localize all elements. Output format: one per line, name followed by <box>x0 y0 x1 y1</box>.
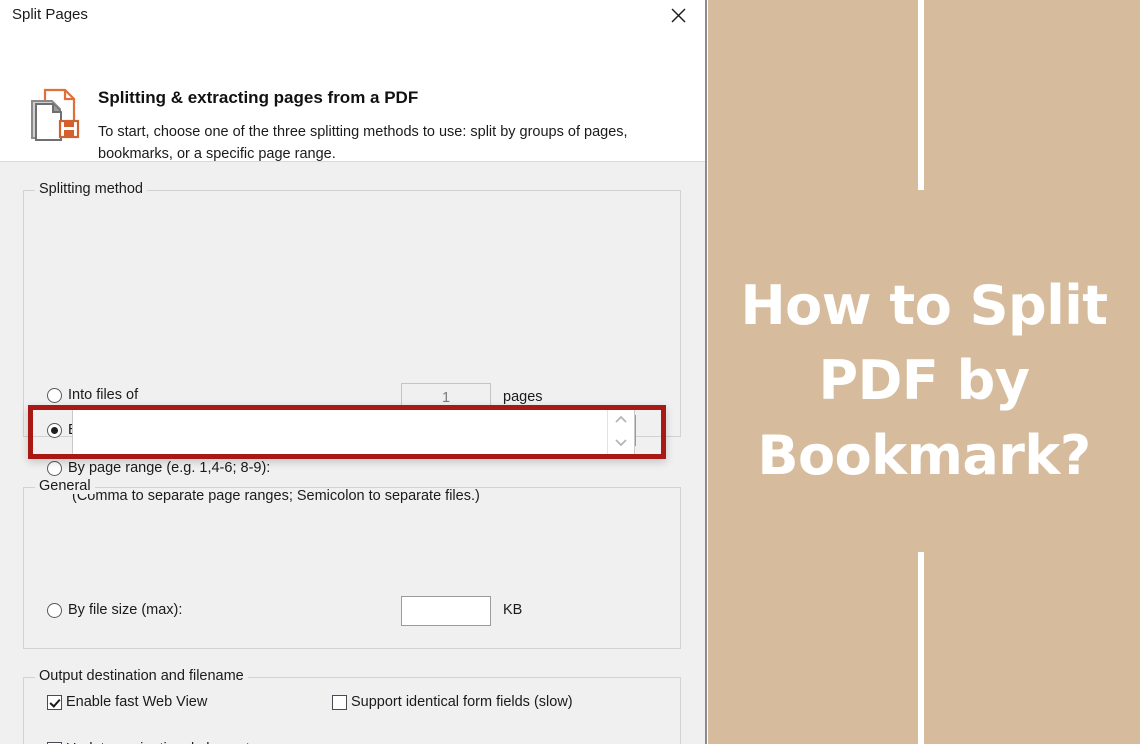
close-icon[interactable] <box>655 0 701 30</box>
radio-indicator-by-page-range[interactable] <box>47 460 62 476</box>
general-group: General <box>23 478 681 649</box>
promo-panel: How to Split PDF by Bookmark? <box>708 0 1140 744</box>
input-page-range[interactable] <box>72 407 635 455</box>
promo-divider-bottom <box>918 552 924 744</box>
promo-divider-top <box>918 0 924 190</box>
into-files-count-value: 1 <box>441 390 451 406</box>
dialog-body: Splitting method Into files of 1 pages B… <box>0 162 705 744</box>
general-legend: General <box>35 478 95 494</box>
dialog-banner: Splitting & extracting pages from a PDF … <box>0 31 705 162</box>
chevron-up-icon[interactable] <box>614 415 628 424</box>
splitting-method-legend: Splitting method <box>35 181 147 197</box>
page-range-spinner[interactable] <box>607 408 634 454</box>
screenshot-root: How to Split PDF by Bookmark? Split Page… <box>0 0 1140 744</box>
banner-heading: Splitting & extracting pages from a PDF <box>98 88 419 107</box>
radio-into-files-of[interactable]: Into files of <box>47 387 138 403</box>
radio-label-by-page-range: By page range (e.g. 1,4-6; 8-9): <box>68 460 271 476</box>
output-destination-group: Output destination and filename <box>23 668 681 744</box>
split-pages-dialog: Split Pages Splitting & extracting pages… <box>0 0 707 744</box>
banner-description: To start, choose one of the three splitt… <box>98 124 628 162</box>
radio-indicator-by-bookmarks[interactable] <box>47 422 62 438</box>
dialog-title: Split Pages <box>12 6 88 23</box>
pdf-split-document-icon <box>24 85 86 147</box>
radio-by-page-range[interactable]: By page range (e.g. 1,4-6; 8-9): <box>47 460 270 476</box>
radio-label-into-files: Into files of <box>68 387 139 403</box>
output-legend: Output destination and filename <box>35 668 248 684</box>
chevron-down-icon[interactable] <box>614 438 628 447</box>
dialog-titlebar: Split Pages <box>0 0 705 31</box>
radio-indicator-into-files[interactable] <box>47 387 62 403</box>
promo-title: How to Split PDF by Bookmark? <box>740 274 1108 487</box>
page-range-value[interactable] <box>73 408 607 454</box>
label-pages-unit: pages <box>503 389 543 405</box>
